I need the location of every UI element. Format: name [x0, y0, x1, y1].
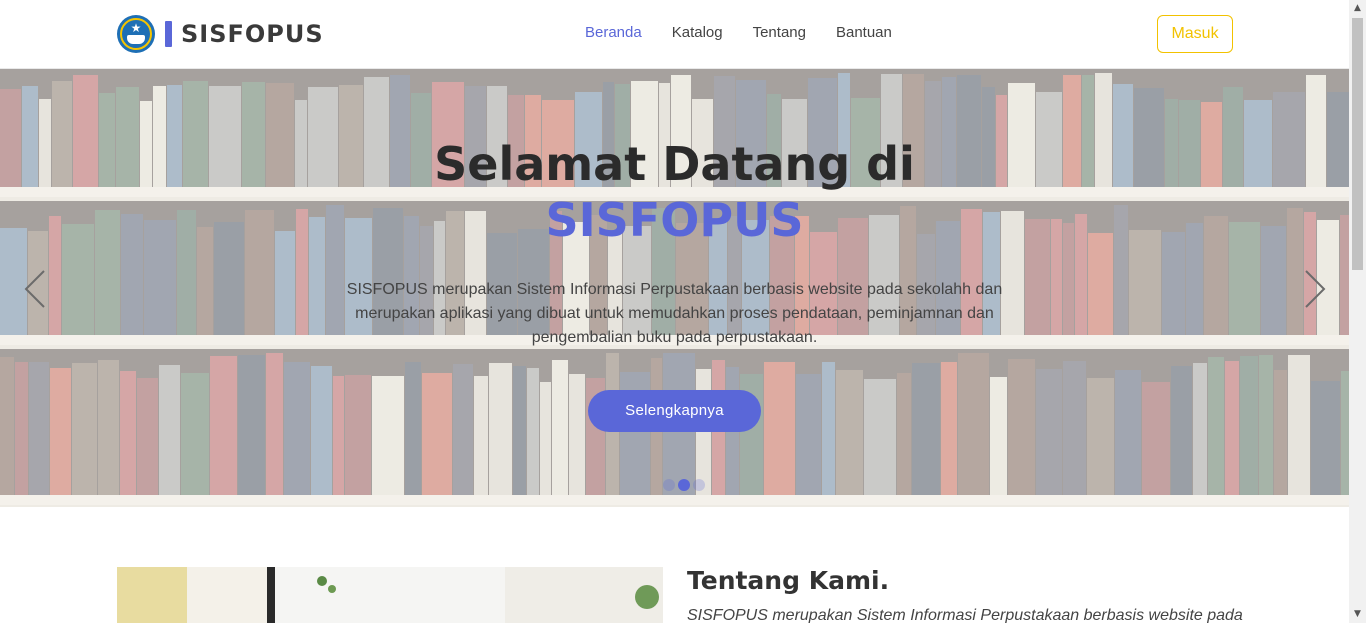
- scroll-thumb[interactable]: [1352, 18, 1363, 270]
- hero-title-line1: Selamat Datang di: [434, 137, 915, 191]
- nav-link-katalog[interactable]: Katalog: [672, 24, 723, 41]
- carousel-dot-1[interactable]: [663, 479, 675, 491]
- navbar: ★ SISFOPUS Beranda Katalog Tentang Bantu…: [0, 0, 1349, 69]
- carousel-dot-2[interactable]: [678, 479, 690, 491]
- hero-carousel: Selamat Datang di SISFOPUS SISFOPUS meru…: [0, 69, 1349, 507]
- about-image: [117, 567, 663, 623]
- nav-link-bantuan[interactable]: Bantuan: [836, 24, 892, 41]
- chevron-left-icon[interactable]: [20, 267, 50, 311]
- chevron-right-icon[interactable]: [1300, 267, 1330, 311]
- page-scrollbar[interactable]: ▲ ▼: [1349, 0, 1366, 623]
- brand-accent-bar: [165, 21, 172, 47]
- main-nav: Beranda Katalog Tentang Bantuan: [585, 24, 922, 41]
- brand-name: SISFOPUS: [181, 20, 324, 48]
- read-more-button[interactable]: Selengkapnya: [588, 390, 761, 432]
- nav-link-beranda[interactable]: Beranda: [585, 24, 642, 41]
- nav-link-tentang[interactable]: Tentang: [753, 24, 806, 41]
- about-title: Tentang Kami.: [687, 566, 890, 595]
- hero-description: SISFOPUS merupakan Sistem Informasi Perp…: [346, 281, 1003, 346]
- scroll-down-icon[interactable]: ▼: [1349, 606, 1366, 623]
- login-button[interactable]: Masuk: [1157, 15, 1233, 53]
- carousel-indicators: [663, 479, 708, 491]
- about-text: SISFOPUS merupakan Sistem Informasi Perp…: [687, 607, 1243, 623]
- scroll-up-icon[interactable]: ▲: [1349, 0, 1366, 17]
- hero-title-brand: SISFOPUS: [545, 193, 804, 247]
- brand[interactable]: ★ SISFOPUS: [117, 14, 324, 54]
- logo-icon: ★: [117, 15, 155, 53]
- carousel-dot-3[interactable]: [693, 479, 705, 491]
- hero-title: Selamat Datang di SISFOPUS: [0, 136, 1349, 248]
